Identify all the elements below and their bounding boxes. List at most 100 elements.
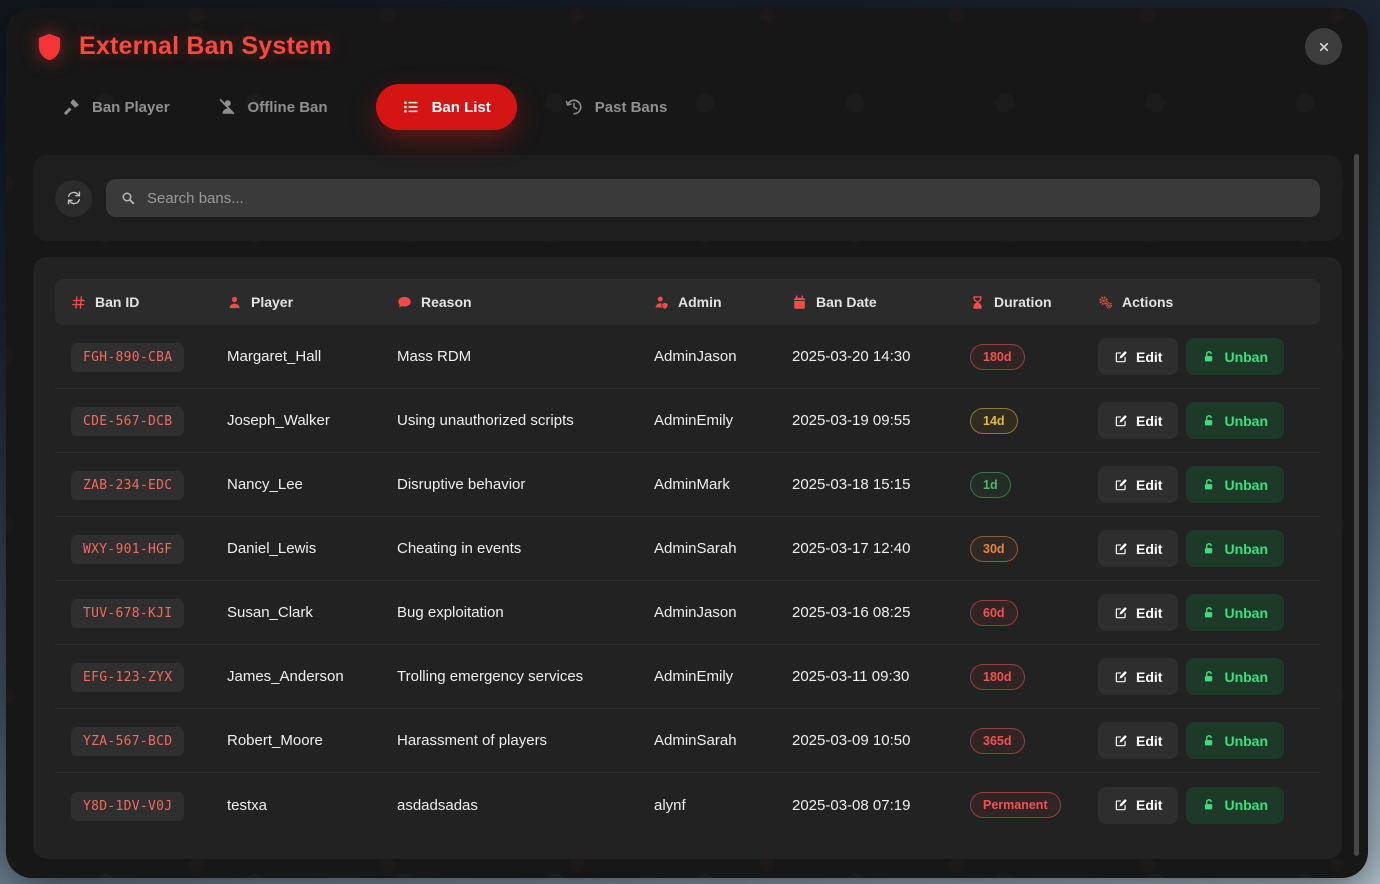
search-field[interactable] [106,179,1320,217]
column-header: Ban Date [792,294,970,310]
table-row: TUV-678-KJI Susan_Clark Bug exploitation… [55,581,1320,645]
admin-cell: AdminEmily [654,668,792,685]
table-row: ZAB-234-EDC Nancy_Lee Disruptive behavio… [55,453,1320,517]
column-header: Reason [397,294,654,310]
actions-cell: Edit Unban [1098,338,1304,375]
user-slash-icon [218,98,236,116]
edit-button[interactable]: Edit [1098,338,1178,375]
hash-icon [71,295,86,310]
ban-system-window: External Ban System Ban Player Offline B… [6,8,1368,878]
edit-button[interactable]: Edit [1098,466,1178,503]
unlock-icon [1202,798,1216,812]
ban-id-badge: EFG-123-ZYX [71,663,184,692]
unlock-icon [1202,478,1216,492]
unban-button[interactable]: Unban [1186,530,1284,567]
table-header-row: Ban ID Player Reason Admin Ban Date Dura… [55,279,1320,325]
ban-date-cell: 2025-03-09 10:50 [792,732,970,749]
search-section [33,155,1342,241]
actions-cell: Edit Unban [1098,466,1304,503]
unban-button[interactable]: Unban [1186,402,1284,439]
unban-button[interactable]: Unban [1186,594,1284,631]
duration-badge: 180d [970,344,1025,370]
actions-cell: Edit Unban [1098,402,1304,439]
unban-button[interactable]: Unban [1186,722,1284,759]
ban-id-badge: ZAB-234-EDC [71,471,184,500]
ban-id-badge: TUV-678-KJI [71,599,184,628]
edit-icon [1114,350,1128,364]
close-button[interactable] [1305,28,1342,65]
tab-bar: Ban Player Offline Ban Ban List Past Ban… [6,65,1368,131]
edit-button[interactable]: Edit [1098,658,1178,695]
unlock-icon [1202,414,1216,428]
duration-badge: 180d [970,664,1025,690]
ban-id-badge: Y8D-1DV-V0J [71,792,184,821]
cogs-icon [1098,295,1113,310]
search-input[interactable] [147,190,1306,207]
brand: External Ban System [34,29,332,65]
ban-date-cell: 2025-03-11 09:30 [792,668,970,685]
tab-past-bans[interactable]: Past Bans [565,98,668,116]
actions-cell: Edit Unban [1098,722,1304,759]
unban-button[interactable]: Unban [1186,338,1284,375]
unban-button[interactable]: Unban [1186,787,1284,824]
player-cell: Joseph_Walker [227,412,397,429]
admin-cell: AdminJason [654,348,792,365]
admin-cell: AdminJason [654,604,792,621]
hourglass-icon [970,295,985,310]
edit-icon [1114,734,1128,748]
user-icon [227,295,242,310]
player-cell: Robert_Moore [227,732,397,749]
history-icon [565,98,583,116]
edit-icon [1114,670,1128,684]
reason-cell: Bug exploitation [397,604,654,621]
unlock-icon [1202,670,1216,684]
edit-button[interactable]: Edit [1098,787,1178,824]
player-cell: Margaret_Hall [227,348,397,365]
admin-cell: AdminMark [654,476,792,493]
actions-cell: Edit Unban [1098,787,1304,824]
duration-badge: 30d [970,536,1018,562]
actions-cell: Edit Unban [1098,658,1304,695]
reason-cell: asdadsadas [397,797,654,814]
admin-cell: AdminSarah [654,732,792,749]
edit-button[interactable]: Edit [1098,530,1178,567]
main-content: Ban ID Player Reason Admin Ban Date Dura… [6,131,1368,859]
tab-offline-ban[interactable]: Offline Ban [218,98,328,116]
actions-cell: Edit Unban [1098,594,1304,631]
tab-label: Past Bans [595,99,668,116]
column-header: Actions [1098,294,1304,310]
reason-cell: Disruptive behavior [397,476,654,493]
duration-badge: 14d [970,408,1018,434]
reason-cell: Trolling emergency services [397,668,654,685]
tab-ban-player[interactable]: Ban Player [62,98,170,116]
edit-button[interactable]: Edit [1098,722,1178,759]
column-header: Duration [970,294,1098,310]
unlock-icon [1202,606,1216,620]
ban-id-badge: WXY-901-HGF [71,535,184,564]
admin-cell: AdminEmily [654,412,792,429]
column-header: Ban ID [71,294,227,310]
tab-label: Ban Player [92,99,170,116]
window-header: External Ban System [6,8,1368,65]
column-header: Player [227,294,397,310]
edit-icon [1114,542,1128,556]
scrollbar-thumb[interactable] [1354,154,1359,856]
player-cell: Daniel_Lewis [227,540,397,557]
unban-button[interactable]: Unban [1186,658,1284,695]
ban-table-card: Ban ID Player Reason Admin Ban Date Dura… [33,257,1342,859]
duration-badge: 365d [970,728,1025,754]
unban-button[interactable]: Unban [1186,466,1284,503]
tab-label: Ban List [432,99,491,116]
edit-button[interactable]: Edit [1098,594,1178,631]
ban-id-badge: CDE-567-DCB [71,407,184,436]
tab-ban-list[interactable]: Ban List [376,84,517,130]
page-background: External Ban System Ban Player Offline B… [0,0,1380,884]
reason-cell: Cheating in events [397,540,654,557]
edit-button[interactable]: Edit [1098,402,1178,439]
table-body: FGH-890-CBA Margaret_Hall Mass RDM Admin… [55,325,1320,837]
reason-cell: Harassment of players [397,732,654,749]
unlock-icon [1202,350,1216,364]
refresh-button[interactable] [55,180,92,217]
edit-icon [1114,798,1128,812]
player-cell: Nancy_Lee [227,476,397,493]
